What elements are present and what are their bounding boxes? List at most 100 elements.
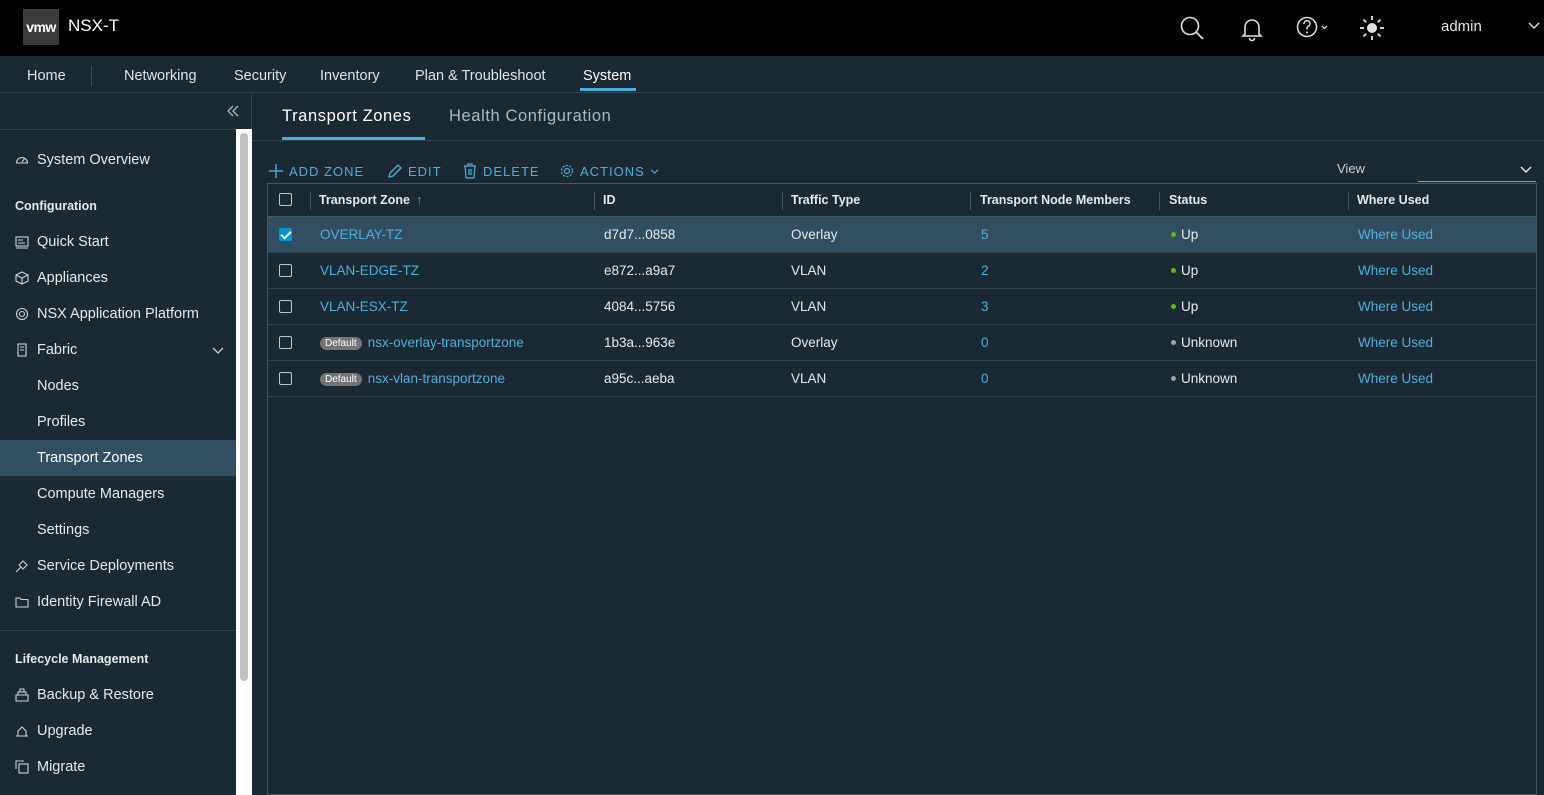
node-members-link[interactable]: 0 [981,371,989,386]
transport-zone-link[interactable]: OVERLAY-TZ [320,227,403,242]
quick-start-icon [15,236,29,249]
where-used-link[interactable]: Where Used [1358,335,1433,350]
column-header-where-used[interactable]: Where Used [1357,193,1429,207]
table-row[interactable]: Default nsx-vlan-transportzone a95c...aeb… [268,361,1536,397]
cube-icon [15,271,29,285]
where-used-link[interactable]: Where Used [1358,227,1433,242]
zone-id: 1b3a...963e [604,335,676,350]
column-header-traffic-type[interactable]: Traffic Type [791,193,860,207]
nav-inventory[interactable]: Inventory [320,68,380,84]
traffic-type: VLAN [791,299,827,314]
sidebar-item-migrate[interactable]: Migrate [0,749,236,785]
sidebar-item-label: Transport Zones [37,450,143,466]
tab-health-configuration[interactable]: Health Configuration [449,107,611,126]
help-icon[interactable] [1294,14,1334,42]
row-checkbox[interactable] [279,264,292,277]
sidebar-item-appliances[interactable]: Appliances [0,260,236,296]
node-members-link[interactable]: 3 [981,299,989,314]
view-label: View [1337,161,1365,176]
tab-transport-zones[interactable]: Transport Zones [282,107,411,126]
sidebar-item-nodes[interactable]: Nodes [0,368,236,404]
sidebar-item-profiles[interactable]: Profiles [0,404,236,440]
sidebar-item-settings[interactable]: Settings [0,512,236,548]
nav-home[interactable]: Home [27,68,66,84]
table-row[interactable]: OVERLAY-TZ d7d7...0858 Overlay 5 Up Wher… [268,217,1536,253]
column-header-transport-node-members[interactable]: Transport Node Members [980,193,1131,207]
main-nav: Home Networking Security Inventory Plan … [0,56,1544,93]
sidebar-item-backup-restore[interactable]: Backup & Restore [0,677,236,713]
bell-icon[interactable] [1238,14,1266,42]
sidebar-item-compute-managers[interactable]: Compute Managers [0,476,236,512]
column-separator [1348,192,1349,210]
sidebar-item-service-deployments[interactable]: Service Deployments [0,548,236,584]
chevron-down-icon[interactable] [1527,18,1541,32]
column-header-id[interactable]: ID [603,193,616,207]
status-cell: Up [1171,263,1198,278]
column-separator [782,192,783,210]
sidebar-item-quick-start[interactable]: Quick Start [0,224,236,260]
sidebar-item-label: Service Deployments [37,558,174,574]
nav-plan-troubleshoot[interactable]: Plan & Troubleshoot [415,68,546,84]
delete-button[interactable]: DELETE [462,162,540,180]
sidebar-item-label: Profiles [37,414,86,430]
add-zone-button[interactable]: ADD ZONE [268,162,364,180]
sidebar-item-transport-zones[interactable]: Transport Zones [0,440,236,476]
zone-id: 4084...5756 [604,299,676,314]
sort-ascending-icon[interactable]: ↑ [416,193,422,207]
sidebar-item-system-overview[interactable]: System Overview [0,142,236,178]
sidebar-item-label: Quick Start [37,234,109,250]
node-members-link[interactable]: 5 [981,227,989,242]
nav-system[interactable]: System [583,68,631,84]
sidebar-divider [0,129,236,130]
content-tabs: Transport Zones Health Configuration [252,93,1544,141]
sidebar-item-fabric[interactable]: Fabric [0,332,236,368]
sidebar-scrollbar-thumb[interactable] [240,133,248,681]
node-members-link[interactable]: 0 [981,335,989,350]
delete-label: DELETE [483,163,540,179]
chevron-down-icon[interactable] [211,343,225,357]
edit-button[interactable]: EDIT [387,162,442,180]
nav-security[interactable]: Security [234,68,286,84]
row-checkbox[interactable] [279,372,292,385]
traffic-type: Overlay [791,335,838,350]
select-all-checkbox[interactable] [279,193,292,206]
nav-networking[interactable]: Networking [124,68,197,84]
collapse-sidebar-icon[interactable] [225,103,241,119]
chevron-down-icon [1520,166,1532,174]
folder-icon [15,597,29,608]
transport-zone-link[interactable]: VLAN-ESX-TZ [320,299,408,314]
transport-zone-link[interactable]: nsx-vlan-transportzone [368,371,505,386]
where-used-link[interactable]: Where Used [1358,371,1433,386]
column-separator [310,192,311,210]
row-checkbox[interactable] [279,228,292,241]
table-row[interactable]: Default nsx-overlay-transportzone 1b3a...… [268,325,1536,361]
sidebar-item-nsx-application-platform[interactable]: NSX Application Platform [0,296,236,332]
status-text: Up [1181,263,1199,278]
theme-sun-icon[interactable] [1358,14,1386,42]
where-used-link[interactable]: Where Used [1358,299,1433,314]
trash-icon [464,163,476,179]
nav-divider [91,66,92,86]
transport-zone-link[interactable]: VLAN-EDGE-TZ [320,263,419,278]
column-separator [594,192,595,210]
where-used-link[interactable]: Where Used [1358,263,1433,278]
sidebar-item-upgrade[interactable]: Upgrade [0,713,236,749]
table-row[interactable]: VLAN-ESX-TZ 4084...5756 VLAN 3 Up Where … [268,289,1536,325]
transport-zone-link[interactable]: nsx-overlay-transportzone [368,335,524,350]
user-menu[interactable]: admin [1441,18,1482,35]
column-header-status[interactable]: Status [1169,193,1207,207]
sidebar-item-identity-firewall-ad[interactable]: Identity Firewall AD [0,584,236,620]
row-checkbox[interactable] [279,336,292,349]
top-header: vmw NSX-T admin [0,0,1544,56]
zone-id: e872...a9a7 [604,263,676,278]
sidebar-divider [0,630,236,631]
view-select[interactable] [1418,158,1536,182]
status-text: Up [1181,227,1199,242]
zone-id: a95c...aeba [604,371,675,386]
search-icon[interactable] [1178,14,1206,42]
actions-menu-button[interactable]: ACTIONS [559,162,659,180]
row-checkbox[interactable] [279,300,292,313]
node-members-link[interactable]: 2 [981,263,989,278]
table-row[interactable]: VLAN-EDGE-TZ e872...a9a7 VLAN 2 Up Where… [268,253,1536,289]
column-header-transport-zone[interactable]: Transport Zone ↑ [319,193,422,207]
